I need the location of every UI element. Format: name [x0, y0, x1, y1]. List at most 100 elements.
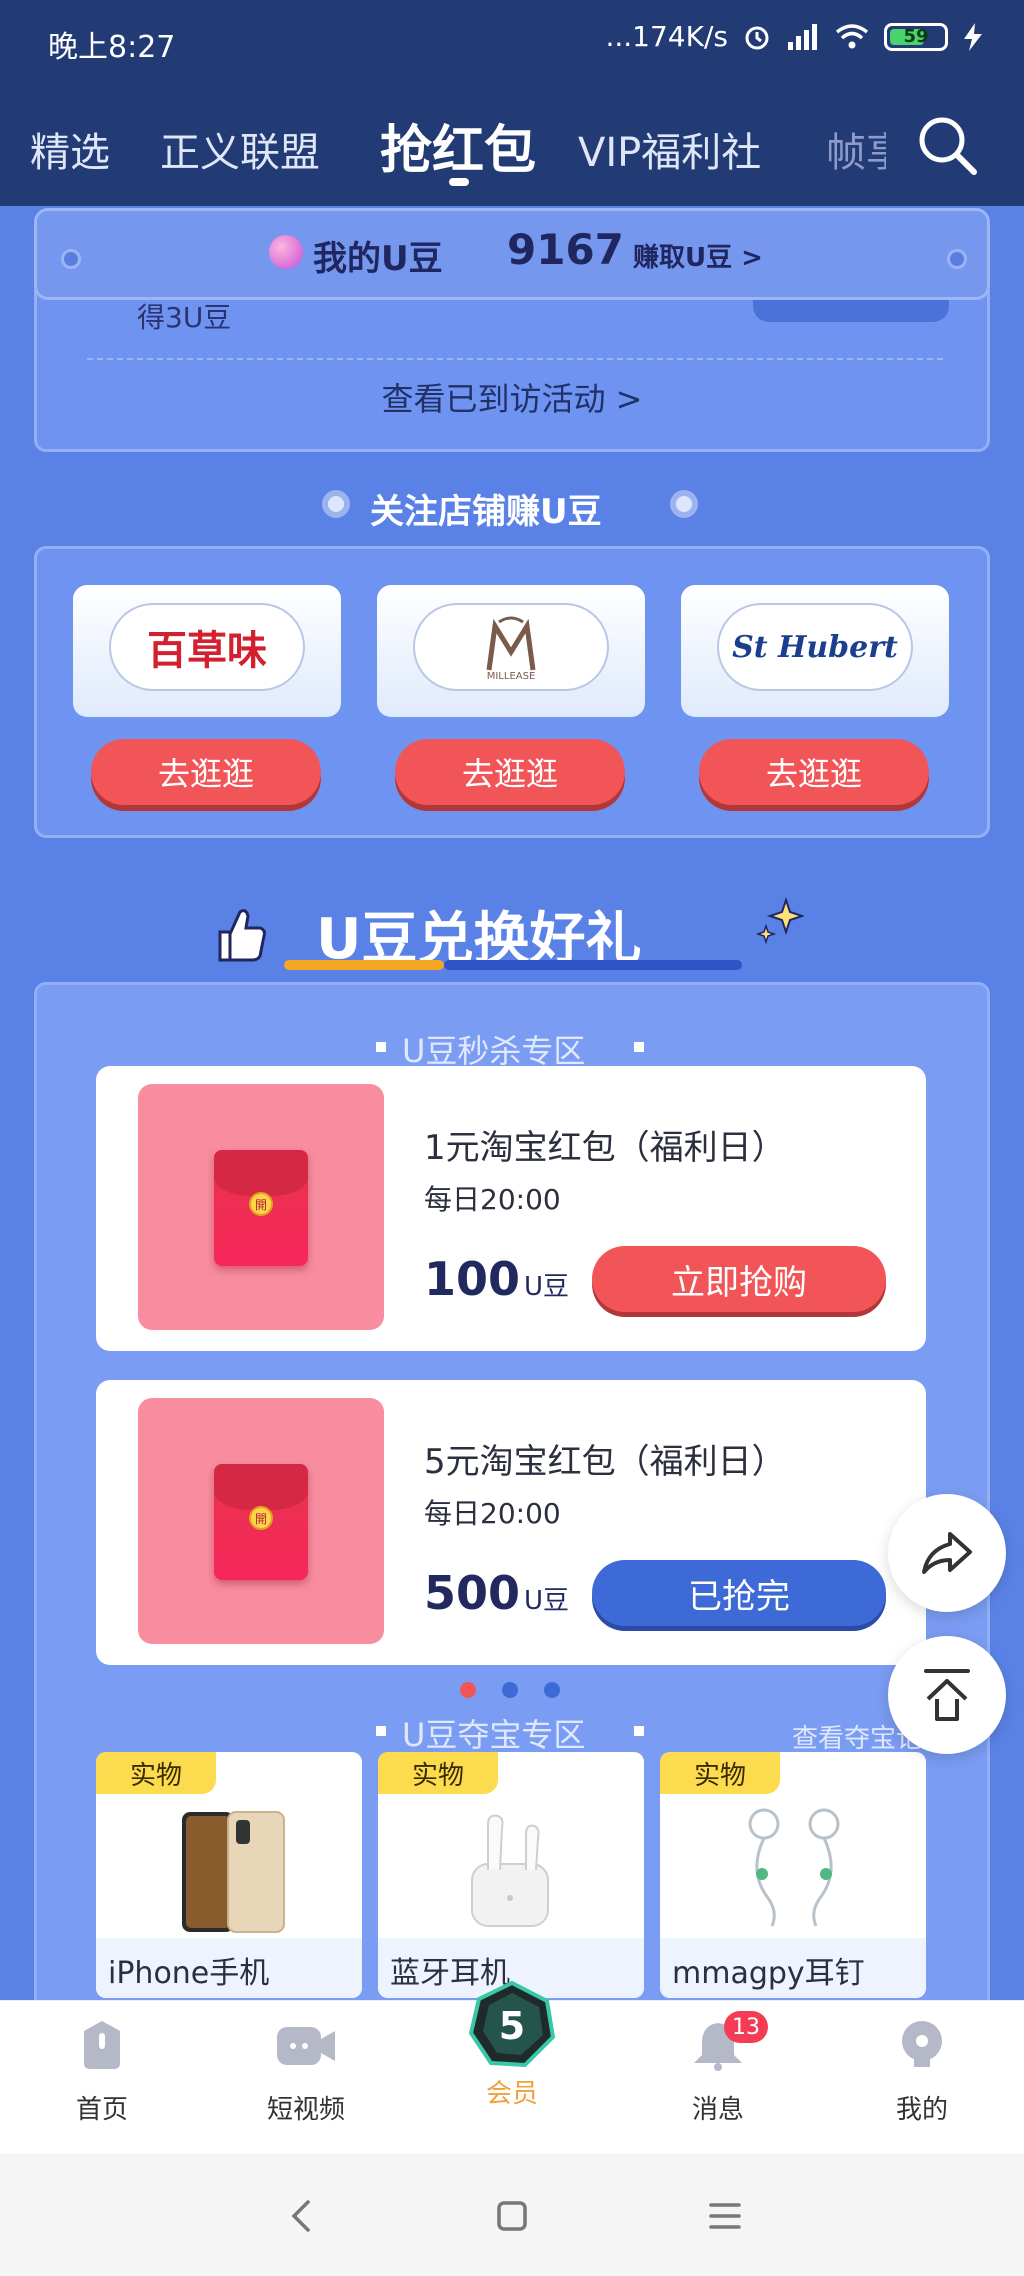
- nav-short-video[interactable]: 短视频: [236, 2019, 376, 2126]
- nav-messages[interactable]: 13 消息: [648, 2011, 788, 2126]
- u-bean-icon: [269, 235, 303, 269]
- treasure-title: U豆夺宝专区: [402, 1716, 586, 1754]
- decor-dot: [322, 490, 350, 518]
- envelope-seal: 開: [249, 1506, 273, 1530]
- treasure-item[interactable]: 实物 iPhone手机: [96, 1752, 362, 1998]
- product-price: 100 U豆: [424, 1252, 569, 1306]
- earbuds-icon: [471, 1814, 549, 1927]
- store-card[interactable]: 百草味: [73, 585, 341, 717]
- message-count-badge: 13: [724, 2011, 768, 2043]
- item-tag: 实物: [660, 1752, 780, 1794]
- decor-dot: [947, 249, 967, 269]
- signal-icon: [788, 23, 817, 50]
- nav-home[interactable]: 首页: [32, 2019, 172, 2126]
- u-bean-bar: 我的U豆 9167 赚取U豆 >: [34, 208, 990, 300]
- carousel-dots: [460, 1682, 564, 1700]
- store-logo-text: MILLEASE: [486, 671, 536, 682]
- tab-featured[interactable]: 精选: [30, 120, 110, 178]
- store-visit-button[interactable]: 去逛逛: [91, 739, 321, 805]
- network-speed: ...174K/s: [605, 20, 728, 53]
- title-underline-orange: [284, 960, 444, 970]
- system-nav-bar: [0, 2154, 1024, 2276]
- carousel-dot-active[interactable]: [460, 1682, 476, 1698]
- home-button-icon[interactable]: [496, 2200, 528, 2232]
- status-time: 晚上8:27: [48, 30, 176, 65]
- tab-justice-league[interactable]: 正义联盟: [160, 120, 320, 178]
- share-button[interactable]: [888, 1494, 1006, 1612]
- decor-square: [634, 1726, 644, 1736]
- product-price: 500 U豆: [424, 1566, 569, 1620]
- channel-tabs: 精选 正义联盟 抢红包 VIP福利社 帧享: [0, 100, 1024, 190]
- back-to-top-button[interactable]: [888, 1636, 1006, 1754]
- view-visited-link[interactable]: 查看已到访活动 >: [37, 374, 987, 420]
- recents-icon[interactable]: [708, 2200, 742, 2232]
- tab-frame-enjoy[interactable]: 帧享: [826, 120, 886, 178]
- item-name: iPhone手机: [96, 1938, 362, 1998]
- flash-sale-heading: U豆秒杀专区: [0, 1026, 1024, 1070]
- decor-square: [634, 1042, 644, 1052]
- nav-member[interactable]: 5 会员: [442, 1979, 582, 2110]
- sparkle-icon: [756, 896, 804, 944]
- nav-label: 我的: [895, 2095, 948, 2125]
- earring-icon: [748, 1808, 840, 1927]
- search-icon[interactable]: [914, 112, 980, 178]
- battery-text: 59: [903, 26, 929, 47]
- buy-now-button[interactable]: 立即抢购: [592, 1246, 886, 1312]
- active-tab-indicator: [449, 178, 469, 186]
- item-tag: 实物: [96, 1752, 216, 1794]
- store-card[interactable]: St Hubert: [681, 585, 949, 717]
- store-visit-button[interactable]: 去逛逛: [699, 739, 929, 805]
- share-icon: [922, 1532, 972, 1574]
- nav-label: 短视频: [266, 2095, 345, 2125]
- profile-icon: [902, 2021, 942, 2067]
- home-icon: [84, 2021, 120, 2069]
- carousel-dot[interactable]: [544, 1682, 560, 1698]
- store-logo: 百草味: [109, 603, 305, 691]
- product-time: 每日20:00: [424, 1183, 561, 1216]
- red-envelope-icon: 開: [214, 1464, 308, 1580]
- product-name: 1元淘宝红包（福利日）: [424, 1128, 786, 1168]
- battery-indicator: 59: [884, 22, 948, 51]
- top-header: 晚上8:27 ...174K/s 59 精选 正义联盟 抢红包 VIP福利社 帧…: [0, 0, 1024, 206]
- nav-label: 首页: [75, 2095, 128, 2125]
- video-icon: [277, 2027, 335, 2065]
- exchange-heading: U豆兑换好礼: [0, 884, 1024, 984]
- red-envelope-icon: 開: [214, 1150, 308, 1266]
- follow-stores-heading: 关注店铺赚U豆: [0, 480, 1024, 532]
- visit-reward-text: 得3U豆: [137, 301, 232, 334]
- carousel-dot[interactable]: [502, 1682, 518, 1698]
- store-visit-button[interactable]: 去逛逛: [395, 739, 625, 805]
- envelope-seal: 開: [249, 1192, 273, 1216]
- sold-out-button[interactable]: 已抢完: [592, 1560, 886, 1626]
- u-bean-count: 9167: [507, 225, 624, 274]
- treasure-item[interactable]: 实物 蓝牙耳机: [378, 1752, 644, 1998]
- iphone-icon: [182, 1811, 285, 1933]
- divider: [87, 358, 943, 360]
- alarm-icon: [745, 26, 769, 49]
- flash-sale-item[interactable]: 開 1元淘宝红包（福利日） 每日20:00 100 U豆 立即抢购: [96, 1066, 926, 1351]
- nav-mine[interactable]: 我的: [852, 2019, 992, 2126]
- store-card[interactable]: MILLEASE: [377, 585, 645, 717]
- status-icons: ...174K/s 59: [605, 20, 984, 53]
- thumbs-up-icon: [218, 909, 266, 962]
- back-icon[interactable]: [286, 2198, 316, 2234]
- follow-stores-panel: 百草味 去逛逛 MILLEASE 去逛逛 St Hubert 去逛逛: [34, 546, 990, 838]
- tab-red-packet[interactable]: 抢红包: [380, 108, 536, 183]
- flash-sale-item[interactable]: 開 5元淘宝红包（福利日） 每日20:00 500 U豆 已抢完: [96, 1380, 926, 1665]
- member-badge-icon: 5: [468, 1980, 556, 2068]
- treasure-item[interactable]: 实物 mmagpy耳钉: [660, 1752, 926, 1998]
- earn-u-bean-link[interactable]: 赚取U豆 >: [633, 237, 763, 274]
- product-name: 5元淘宝红包（福利日）: [424, 1442, 786, 1482]
- product-thumbnail: 開: [138, 1398, 384, 1644]
- visit-activity-panel: 得3U豆 查看已到访活动 >: [34, 290, 990, 452]
- tab-vip-welfare[interactable]: VIP福利社: [578, 120, 761, 178]
- item-tag: 实物: [378, 1752, 498, 1794]
- price-unit: U豆: [524, 1272, 570, 1302]
- treasure-heading: U豆夺宝专区 查看夺宝记录>: [0, 1710, 1024, 1754]
- decor-square: [376, 1726, 386, 1736]
- u-bean-label: 我的U豆: [313, 239, 443, 279]
- nav-label: 会员: [485, 2079, 538, 2109]
- product-time: 每日20:00: [424, 1497, 561, 1530]
- decor-dot: [670, 490, 698, 518]
- product-thumbnail: 開: [138, 1084, 384, 1330]
